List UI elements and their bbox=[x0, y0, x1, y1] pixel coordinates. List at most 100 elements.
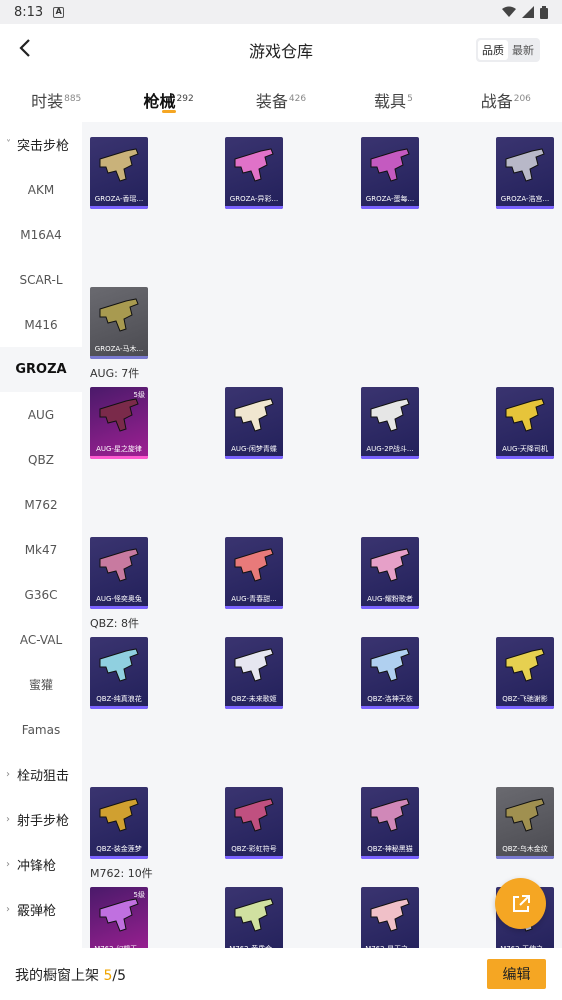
skin-card[interactable]: QBZ-未来歌姬 bbox=[225, 637, 283, 709]
sidebar-item-label: AUG bbox=[27, 407, 55, 422]
skin-card[interactable]: AUG-2P战斗... bbox=[361, 387, 419, 459]
sidebar-item-label: AKM bbox=[27, 182, 55, 197]
skin-name: QBZ-彩虹符号 bbox=[231, 845, 277, 853]
sidebar-item-label: 冲锋枪 bbox=[17, 859, 57, 874]
sidebar-item[interactable]: SCAR-L bbox=[0, 257, 82, 302]
skin-card[interactable]: GROZA-浩宫... bbox=[496, 137, 554, 209]
share-fab-button[interactable] bbox=[495, 878, 546, 929]
status-time: 8:13 bbox=[14, 4, 44, 20]
sidebar-category[interactable]: › 射手步枪 bbox=[0, 797, 82, 842]
sidebar-item[interactable]: AC-VAL bbox=[0, 617, 82, 662]
skin-card[interactable]: 5级 AUG-星之旋律 bbox=[90, 387, 148, 459]
tab-label: 载具 bbox=[374, 92, 407, 111]
sidebar-category[interactable]: › 栓动狙击 bbox=[0, 752, 82, 797]
skin-name: QBZ-未来歌姬 bbox=[231, 695, 277, 703]
gun-icon bbox=[99, 798, 139, 832]
skin-name: GROZA-异彩... bbox=[229, 195, 279, 203]
skin-card[interactable]: AUG-天降司机 bbox=[496, 387, 554, 459]
gun-icon bbox=[505, 648, 545, 682]
tab-0[interactable]: 时装885 bbox=[0, 74, 112, 122]
rarity-stripe bbox=[225, 706, 283, 709]
skin-name: AUG-2P战斗... bbox=[366, 445, 414, 453]
sidebar-item[interactable]: 蜜獾 bbox=[0, 662, 82, 707]
rarity-stripe bbox=[361, 706, 419, 709]
sidebar-item[interactable]: M416 bbox=[0, 302, 82, 347]
sidebar-item[interactable]: AUG bbox=[0, 392, 82, 437]
skin-card[interactable]: AUG-青春甜... bbox=[225, 537, 283, 609]
skin-card[interactable]: QBZ-彩虹符号 bbox=[225, 787, 283, 859]
rarity-stripe bbox=[496, 456, 554, 459]
tab-4[interactable]: 战备206 bbox=[450, 74, 562, 122]
header: 游戏仓库 品质 最新 bbox=[0, 24, 562, 74]
tab-2[interactable]: 装备426 bbox=[225, 74, 337, 122]
sort-toggle: 品质 最新 bbox=[476, 38, 540, 62]
skin-card[interactable]: QBZ-洛神天依 bbox=[361, 637, 419, 709]
gun-icon bbox=[370, 798, 410, 832]
bottom-bar: 我的橱窗上架 5/5 编辑 bbox=[0, 948, 562, 1000]
skin-card[interactable]: QBZ-纯真浪花 bbox=[90, 637, 148, 709]
sidebar-item[interactable]: M762 bbox=[0, 482, 82, 527]
skin-card[interactable]: GROZA-异彩... bbox=[225, 137, 283, 209]
rarity-stripe bbox=[90, 856, 148, 859]
skin-name: QBZ-飞驰谢影 bbox=[502, 695, 548, 703]
rarity-stripe bbox=[90, 706, 148, 709]
skin-card[interactable]: M762-星天之... bbox=[361, 887, 419, 948]
skin-card[interactable]: GROZA-蛋每... bbox=[361, 137, 419, 209]
skin-name: GROZA-香瑶... bbox=[94, 195, 144, 203]
sidebar-item[interactable]: AKM bbox=[0, 167, 82, 212]
tab-1[interactable]: 枪械292 bbox=[112, 74, 224, 122]
sidebar-item-label: Famas bbox=[21, 722, 61, 737]
sidebar-item[interactable]: Famas bbox=[0, 707, 82, 752]
gun-icon bbox=[234, 798, 274, 832]
chevron-right-icon: › bbox=[6, 769, 10, 780]
sidebar-item[interactable]: QBZ bbox=[0, 437, 82, 482]
sidebar-item-label: 射手步枪 bbox=[17, 814, 70, 829]
skin-name: AUG-闲梦青蝶 bbox=[231, 445, 277, 453]
rarity-stripe bbox=[225, 206, 283, 209]
sidebar-item-label: M416 bbox=[24, 317, 58, 332]
section-header: AUG: 7件 bbox=[90, 367, 140, 380]
sort-option-latest[interactable]: 最新 bbox=[508, 40, 538, 60]
gun-icon bbox=[370, 898, 410, 932]
skin-name: QBZ-神秘黑猫 bbox=[367, 845, 413, 853]
sidebar-item-label: AC-VAL bbox=[19, 632, 63, 647]
skin-name: AUG-耀粉歌者 bbox=[367, 595, 413, 603]
gun-icon bbox=[234, 548, 274, 582]
skin-card[interactable]: GROZA-香瑶... bbox=[90, 137, 148, 209]
sidebar-item[interactable]: M16A4 bbox=[0, 212, 82, 257]
edit-button[interactable]: 编辑 bbox=[487, 959, 546, 989]
skin-card[interactable]: QBZ-装金莲梦 bbox=[90, 787, 148, 859]
tab-3[interactable]: 载具5 bbox=[337, 74, 449, 122]
sidebar-item[interactable]: GROZA bbox=[0, 347, 82, 392]
skin-card[interactable]: QBZ-乌木金纹 bbox=[496, 787, 554, 859]
skin-card[interactable]: GROZA-马木... bbox=[90, 287, 148, 359]
sort-option-quality[interactable]: 品质 bbox=[478, 40, 508, 60]
sidebar-item[interactable]: G36C bbox=[0, 572, 82, 617]
rarity-stripe bbox=[361, 856, 419, 859]
sidebar-category[interactable]: ˅ 突击步枪 bbox=[0, 122, 82, 167]
sidebar-item[interactable]: Mk47 bbox=[0, 527, 82, 572]
rarity-stripe bbox=[496, 206, 554, 209]
signal-icon bbox=[522, 6, 534, 18]
category-tabs: 时装885 枪械292 装备426 载具5 战备206 bbox=[0, 74, 562, 122]
sidebar-item-label: SCAR-L bbox=[19, 272, 63, 287]
tab-label: 枪械 bbox=[143, 92, 176, 111]
skin-card[interactable]: AUG-怪奕奥兔 bbox=[90, 537, 148, 609]
share-external-icon bbox=[512, 894, 530, 912]
sidebar-category[interactable]: › 霰弹枪 bbox=[0, 887, 82, 932]
gun-icon bbox=[99, 548, 139, 582]
sidebar-item-label: Mk47 bbox=[24, 542, 58, 557]
gun-icon bbox=[234, 648, 274, 682]
skin-card[interactable]: M762-黄昏金... bbox=[225, 887, 283, 948]
skin-card[interactable]: 5级M762-幻想天... bbox=[90, 887, 148, 948]
rarity-stripe bbox=[225, 606, 283, 609]
level-badge: 5级 bbox=[133, 891, 145, 899]
skin-card[interactable]: AUG-闲梦青蝶 bbox=[225, 387, 283, 459]
skin-card[interactable]: QBZ-神秘黑猫 bbox=[361, 787, 419, 859]
skin-card[interactable]: AUG-耀粉歌者 bbox=[361, 537, 419, 609]
skin-name: AUG-天降司机 bbox=[502, 445, 548, 453]
rarity-stripe bbox=[90, 206, 148, 209]
sidebar-category[interactable]: › 冲锋枪 bbox=[0, 842, 82, 887]
gun-icon bbox=[99, 398, 139, 432]
skin-card[interactable]: QBZ-飞驰谢影 bbox=[496, 637, 554, 709]
